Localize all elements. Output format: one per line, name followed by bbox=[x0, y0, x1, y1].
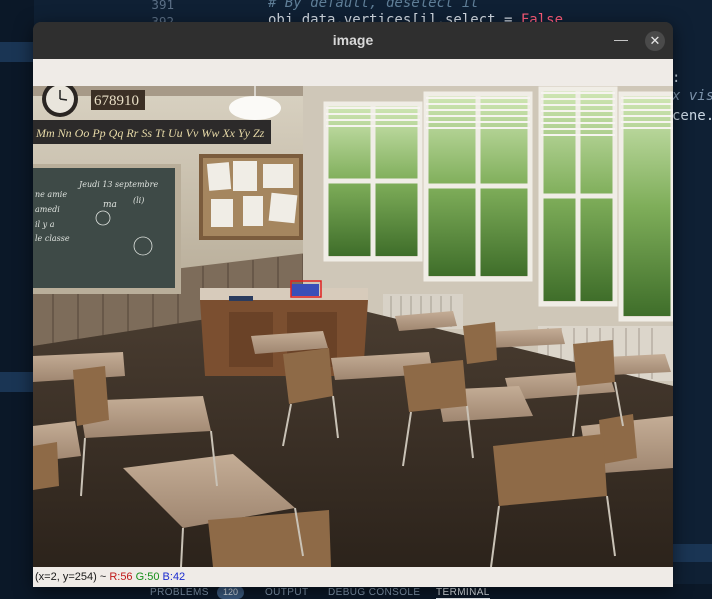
pixel-green-value: G:50 bbox=[135, 571, 160, 583]
chalkboard-mark: ma bbox=[103, 200, 117, 210]
problems-count-badge: 120 bbox=[217, 586, 245, 599]
pixel-blue-value: B:42 bbox=[162, 571, 186, 583]
line-number: 391 bbox=[151, 0, 174, 12]
tab-debug-console[interactable]: DEBUG CONSOLE bbox=[328, 587, 420, 598]
chalkboard-line: ne amie bbox=[35, 190, 67, 199]
selection-marked-object bbox=[291, 284, 319, 296]
status-bar: (x=2, y=254) ~ R:56 G:50 B:42 bbox=[33, 567, 673, 587]
minimize-button[interactable]: — bbox=[612, 31, 630, 49]
window-title: image bbox=[332, 32, 374, 48]
tab-output[interactable]: OUTPUT bbox=[265, 587, 309, 598]
chalkboard-line: le classe bbox=[35, 234, 70, 243]
chalkboard-line: Jeudi 13 septembre bbox=[77, 180, 158, 189]
editor-scroll-highlight bbox=[672, 544, 712, 562]
close-button[interactable]: ✕ bbox=[645, 31, 665, 51]
activity-bar-highlight bbox=[0, 372, 34, 392]
alphabet-strip: Mm Nn Oo Pp Qq Rr Ss Tt Uu Vv Ww Xx Yy Z… bbox=[35, 126, 265, 140]
tab-terminal[interactable]: TERMINAL bbox=[436, 587, 490, 599]
cursor-coordinates: (x=2, y=254) ~ bbox=[35, 571, 107, 583]
classroom-render: 678910 Mm Nn Oo Pp Qq Rr Ss Tt Uu Vv Ww … bbox=[33, 86, 673, 567]
viewer-toolbar bbox=[33, 59, 673, 86]
pixel-red-value: R:56 bbox=[109, 571, 133, 583]
code-fragment: x vis bbox=[672, 88, 712, 104]
code-comment: # By default, deselect it bbox=[268, 0, 479, 11]
code-fragment: : bbox=[672, 70, 681, 86]
image-canvas[interactable]: 678910 Mm Nn Oo Pp Qq Rr Ss Tt Uu Vv Ww … bbox=[33, 86, 673, 567]
code-fragment: cene. bbox=[672, 108, 712, 124]
image-window: image — ✕ 678910 Mm Nn Oo Pp Qq Rr Ss Tt… bbox=[33, 22, 673, 587]
chalkboard-line: il y a bbox=[35, 220, 55, 229]
window-titlebar[interactable]: image — ✕ bbox=[33, 22, 673, 59]
chalkboard-mark: (li) bbox=[133, 196, 144, 205]
close-icon: ✕ bbox=[649, 33, 661, 48]
tab-problems[interactable]: PROBLEMS bbox=[150, 587, 209, 598]
number-strip: 678910 bbox=[94, 93, 139, 109]
minimize-icon: — bbox=[614, 31, 628, 47]
activity-bar-highlight bbox=[0, 42, 34, 62]
activity-bar bbox=[0, 0, 34, 599]
chalkboard-line: amedi bbox=[35, 205, 60, 214]
